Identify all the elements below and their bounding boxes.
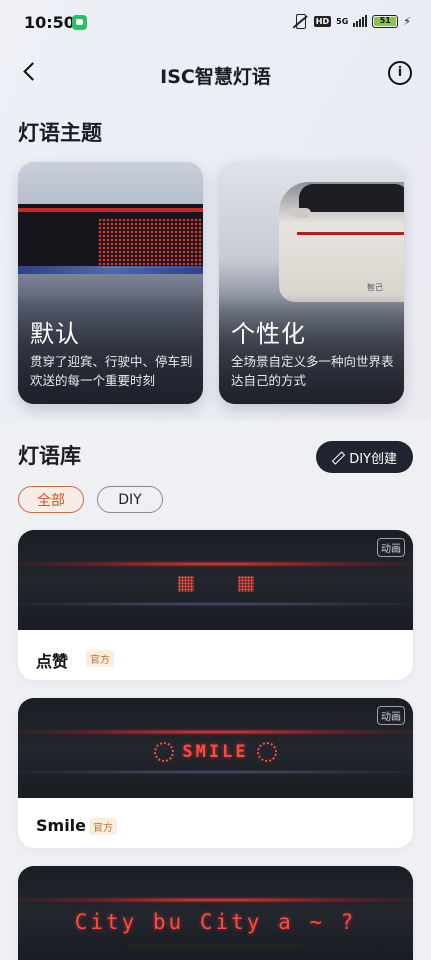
official-badge: 官方 xyxy=(89,818,117,835)
library-item-name: Smile xyxy=(36,816,87,835)
light-preview: 动画 SMILE xyxy=(18,698,413,798)
battery-level: 51 xyxy=(374,16,397,26)
diy-create-label: DIY创建 xyxy=(349,451,397,467)
library-item-smile[interactable]: 动画 SMILE Smile 官方 xyxy=(18,698,413,848)
library-item-name: 点赞 xyxy=(36,652,69,671)
car-badge: 智己 xyxy=(367,283,383,292)
tail-light-image xyxy=(18,204,203,274)
thumbs-up-icon xyxy=(237,576,254,592)
smiley-icon xyxy=(256,742,277,762)
preview-graphic: SMILE xyxy=(18,742,413,762)
preview-text: City bu City a ~ ? xyxy=(74,910,357,934)
info-icon[interactable]: i xyxy=(388,61,412,85)
battery-icon: 51 xyxy=(372,14,399,28)
filter-chip-all[interactable]: 全部 xyxy=(18,486,84,513)
theme-card-desc: 贯穿了迎宾、行驶中、停车到欢送的每一个重要时刻 xyxy=(30,354,193,388)
charging-icon: ⚡ xyxy=(403,14,411,28)
signal-icon xyxy=(353,15,368,27)
theme-card-desc: 全场景自定义多一种向世界表达自己的方式 xyxy=(231,354,394,388)
page-title: ISC智慧灯语 xyxy=(160,66,271,88)
diy-create-button[interactable]: DIY创建 xyxy=(316,441,413,473)
filter-chip-diy[interactable]: DIY xyxy=(97,486,163,513)
animation-badge: 动画 xyxy=(377,706,405,725)
official-badge: 官方 xyxy=(86,650,114,667)
vibrate-off-icon xyxy=(291,13,309,29)
pen-icon xyxy=(332,452,343,463)
wechat-notification-icon xyxy=(72,15,87,30)
themes-section-title: 灯语主题 xyxy=(18,121,102,145)
status-time: 10:50 xyxy=(24,13,75,32)
smiley-icon xyxy=(154,742,175,762)
system-icons: HD 5G 51 ⚡ xyxy=(291,13,411,29)
light-preview: 动画 xyxy=(18,530,413,630)
network-type: 5G xyxy=(336,16,349,26)
theme-card-default[interactable]: 默认 贯穿了迎宾、行驶中、停车到欢送的每一个重要时刻 xyxy=(18,162,203,404)
animation-badge: 动画 xyxy=(377,538,405,557)
preview-text: SMILE xyxy=(182,742,249,762)
hd-badge: HD xyxy=(313,15,332,27)
status-bar: 10:50 HD 5G 51 ⚡ xyxy=(0,0,431,44)
preview-graphic xyxy=(18,574,413,594)
theme-card-name: 默认 xyxy=(30,320,80,348)
theme-card-custom[interactable]: 智己 个性化 全场景自定义多一种向世界表达自己的方式 xyxy=(219,162,404,404)
library-item-like[interactable]: 动画 点赞 官方 xyxy=(18,530,413,680)
thumbs-up-icon xyxy=(177,576,194,592)
home-indicator[interactable] xyxy=(128,944,303,949)
library-section-title: 灯语库 xyxy=(18,444,81,468)
theme-card-name: 个性化 xyxy=(231,320,306,348)
